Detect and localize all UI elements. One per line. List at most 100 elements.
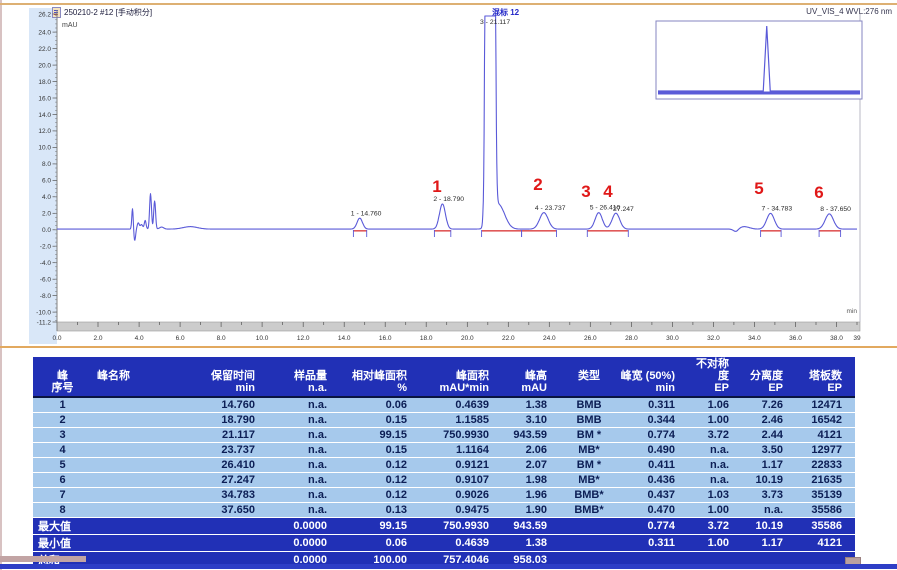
svg-text:-6.0: -6.0 — [40, 277, 52, 284]
table-cell: n.a. — [688, 443, 742, 458]
table-cell: 750.9930 — [420, 518, 502, 535]
svg-text:0.0: 0.0 — [52, 335, 61, 342]
table-cell: 1.98 — [502, 473, 560, 488]
peak-row[interactable]: 734.783n.a.0.120.90261.96BMB*0.4371.033.… — [33, 488, 855, 503]
manual-peak-number: 2 — [533, 175, 542, 194]
table-cell: 2.46 — [742, 413, 796, 428]
svg-text:36.0: 36.0 — [789, 335, 802, 342]
column-header: 相对峰面积% — [340, 357, 420, 397]
peak-row[interactable]: 423.737n.a.0.151.11642.06MB*0.490n.a.3.5… — [33, 443, 855, 458]
peak-row[interactable]: 627.247n.a.0.120.91071.98MB*0.436n.a.10.… — [33, 473, 855, 488]
table-cell — [92, 473, 190, 488]
table-cell: 0.774 — [618, 428, 688, 443]
table-cell: 14.760 — [190, 397, 268, 413]
svg-text:22.0: 22.0 — [38, 46, 51, 53]
table-cell: 0.9026 — [420, 488, 502, 503]
svg-text:30.0: 30.0 — [666, 335, 679, 342]
table-cell: 2.07 — [502, 458, 560, 473]
table-cell: n.a. — [268, 473, 340, 488]
summary-row: 最大值0.000099.15750.9930943.590.7743.7210.… — [33, 518, 855, 535]
table-cell: 0.490 — [618, 443, 688, 458]
table-cell: 6 — [33, 473, 92, 488]
svg-text:20.0: 20.0 — [38, 62, 51, 69]
svg-text:12.0: 12.0 — [38, 128, 51, 135]
chromatography-window: ∙∙ 250210-2 #12 [手动积分] 混标 12 UV_VIS_4 WV… — [0, 0, 897, 570]
horizontal-scrollbar[interactable] — [0, 556, 86, 562]
table-cell: n.a. — [688, 473, 742, 488]
table-cell: 1.96 — [502, 488, 560, 503]
table-cell: 4121 — [796, 535, 855, 552]
table-cell: 2.06 — [502, 443, 560, 458]
table-cell: n.a. — [742, 503, 796, 518]
table-cell — [92, 458, 190, 473]
peak-label: 3 - 21.117 — [480, 19, 510, 26]
table-cell: 99.15 — [340, 428, 420, 443]
peak-row[interactable]: 114.760n.a.0.060.46391.38BMB0.3111.067.2… — [33, 397, 855, 413]
table-cell: 3.50 — [742, 443, 796, 458]
table-cell: BMB — [560, 413, 618, 428]
svg-text:26.0: 26.0 — [584, 335, 597, 342]
table-header-row: 峰序号峰名称保留时间min样品量n.a.相对峰面积%峰面积mAU*min峰高mA… — [33, 357, 855, 397]
svg-text:20.0: 20.0 — [461, 335, 474, 342]
svg-text:18.0: 18.0 — [420, 335, 433, 342]
table-cell: BMB — [560, 397, 618, 413]
manual-peak-numbers: 123456 — [432, 175, 823, 202]
column-header: 保留时间min — [190, 357, 268, 397]
y-unit-label: mAU — [62, 22, 78, 29]
table-cell: 5 — [33, 458, 92, 473]
x-unit-label: min — [847, 308, 858, 315]
table-cell: 10.19 — [742, 518, 796, 535]
column-header: 峰宽 (50%)min — [618, 357, 688, 397]
table-cell: n.a. — [268, 503, 340, 518]
svg-text:-4.0: -4.0 — [40, 260, 52, 267]
peak-row[interactable]: 321.117n.a.99.15750.9930943.59BM *0.7743… — [33, 428, 855, 443]
table-cell: 0.344 — [618, 413, 688, 428]
table-cell — [92, 413, 190, 428]
table-cell: 0.436 — [618, 473, 688, 488]
peak-results-panel: 峰序号峰名称保留时间min样品量n.a.相对峰面积%峰面积mAU*min峰高mA… — [33, 357, 855, 569]
svg-text:2.0: 2.0 — [93, 335, 102, 342]
chromatogram-plot[interactable]: 0.02.04.06.08.010.012.014.016.018.020.02… — [0, 0, 897, 348]
svg-text:22.0: 22.0 — [502, 335, 515, 342]
svg-text:18.0: 18.0 — [38, 79, 51, 86]
table-cell: 0.12 — [340, 488, 420, 503]
peak-row[interactable]: 837.650n.a.0.130.94751.90BMB*0.4701.00n.… — [33, 503, 855, 518]
table-cell — [92, 428, 190, 443]
column-header: 塔板数EP — [796, 357, 855, 397]
table-cell: 35139 — [796, 488, 855, 503]
svg-text:26.2: 26.2 — [38, 11, 51, 18]
table-cell: BMB* — [560, 503, 618, 518]
peak-label: 27.247 — [613, 206, 634, 213]
table-cell: 0.9107 — [420, 473, 502, 488]
table-cell: 1.1164 — [420, 443, 502, 458]
table-cell: 22833 — [796, 458, 855, 473]
table-cell: 0.0000 — [268, 535, 340, 552]
table-cell: 943.59 — [502, 428, 560, 443]
table-cell: 0.311 — [618, 397, 688, 413]
table-cell: 1.00 — [688, 413, 742, 428]
column-header: 样品量n.a. — [268, 357, 340, 397]
peak-label: 8 - 37.650 — [820, 206, 851, 213]
peak-label: 2 - 18.790 — [433, 196, 464, 203]
table-cell: 3.72 — [688, 518, 742, 535]
svg-text:16.0: 16.0 — [38, 95, 51, 102]
table-cell: 0.06 — [340, 397, 420, 413]
table-cell: 35586 — [796, 518, 855, 535]
table-cell: n.a. — [268, 397, 340, 413]
peak-row[interactable]: 526.410n.a.0.120.91212.07BM *0.411n.a.1.… — [33, 458, 855, 473]
table-cell — [92, 397, 190, 413]
svg-text:28.0: 28.0 — [625, 335, 638, 342]
table-cell: 12471 — [796, 397, 855, 413]
table-cell: 0.15 — [340, 413, 420, 428]
column-header: 峰高mAU — [502, 357, 560, 397]
table-cell: 18.790 — [190, 413, 268, 428]
table-cell: 7 — [33, 488, 92, 503]
window-bottom-bar — [0, 564, 897, 569]
table-cell: 0.4639 — [420, 535, 502, 552]
manual-peak-number: 1 — [432, 177, 441, 196]
svg-text:39: 39 — [853, 335, 861, 342]
svg-text:-11.2: -11.2 — [37, 319, 52, 326]
table-cell: n.a. — [268, 443, 340, 458]
peak-row[interactable]: 218.790n.a.0.151.15853.10BMB0.3441.002.4… — [33, 413, 855, 428]
inset-thumbnail[interactable] — [656, 21, 862, 99]
